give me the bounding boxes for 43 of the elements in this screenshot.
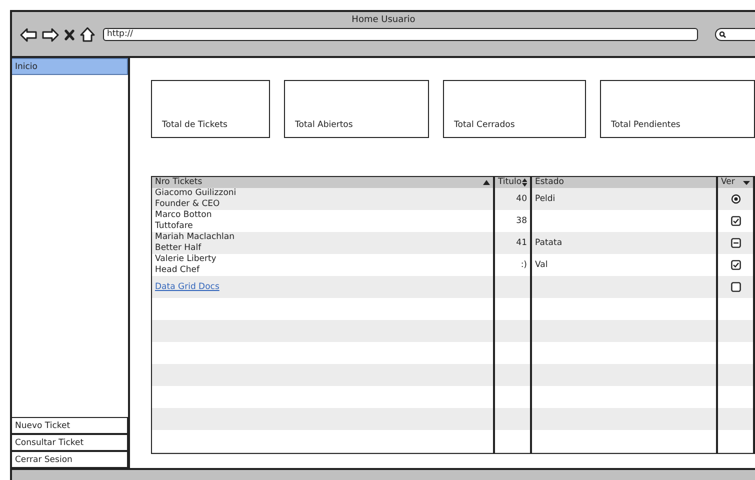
column-header[interactable]: Titulo xyxy=(498,177,522,188)
checkbox[interactable] xyxy=(730,238,740,248)
stat-card: Total Cerrados xyxy=(443,80,586,138)
table-cell-text: Giacomo Guilizzoni xyxy=(155,188,238,199)
column-header[interactable]: Ver xyxy=(721,177,735,188)
radio-button[interactable] xyxy=(730,194,740,204)
home-icon[interactable] xyxy=(80,27,95,42)
sidebar-item[interactable]: Cerrar Sesion xyxy=(12,451,128,468)
table-cell-text: Tuttofare xyxy=(155,221,194,232)
forward-icon[interactable] xyxy=(42,28,59,42)
checkbox[interactable] xyxy=(730,282,740,292)
address-field[interactable]: http:// xyxy=(103,28,698,41)
table-cell-text: Founder & CEO xyxy=(155,199,221,210)
sidebar-item[interactable]: Nuevo Ticket xyxy=(12,417,128,434)
table-cell: Peldi xyxy=(535,194,556,204)
table-cell-text: Head Chef xyxy=(155,265,201,276)
table-cell-text: Better Half xyxy=(155,243,202,254)
sidebar-item[interactable]: Inicio xyxy=(12,58,128,75)
sidebar-item[interactable]: Consultar Ticket xyxy=(12,434,128,451)
table-cell: Val xyxy=(535,260,548,270)
checkbox[interactable] xyxy=(730,260,740,270)
stat-card: Total de Tickets xyxy=(151,80,270,138)
table-cell: 38 xyxy=(516,216,527,226)
dropdown-icon[interactable] xyxy=(743,180,750,184)
stat-card: Total Pendientes xyxy=(600,80,755,138)
column-header[interactable]: Estado xyxy=(535,177,564,188)
table-cell-text: Marco Botton xyxy=(155,210,213,221)
back-icon[interactable] xyxy=(20,28,37,42)
table-cell: 41 xyxy=(516,238,527,248)
search-field[interactable] xyxy=(715,28,755,41)
close-icon[interactable] xyxy=(64,28,75,40)
table-cell: :) xyxy=(520,260,527,270)
checkbox[interactable] xyxy=(730,216,740,226)
table-cell-text: Mariah Maclachlan xyxy=(155,232,236,243)
table-cell: 40 xyxy=(516,194,527,204)
table-cell: Patata xyxy=(535,238,562,248)
sort-up-icon[interactable] xyxy=(483,180,490,185)
stat-card: Total Abiertos xyxy=(284,80,429,138)
search-icon xyxy=(719,31,726,38)
sort-icon[interactable] xyxy=(522,178,527,187)
table-cell-text: Valerie Liberty xyxy=(155,254,218,265)
column-header[interactable]: Nro Tickets xyxy=(155,177,202,188)
window-title: Home Usuario xyxy=(352,14,416,25)
